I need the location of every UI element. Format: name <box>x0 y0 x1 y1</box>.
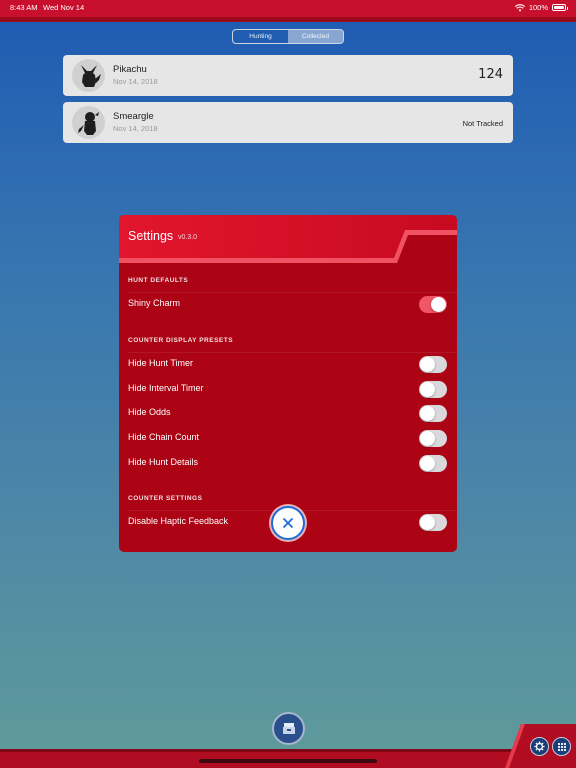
storage-box-icon <box>282 723 295 734</box>
gear-icon <box>534 741 545 752</box>
pokemon-date: Nov 14, 2018 <box>113 77 158 86</box>
close-settings-button[interactable] <box>271 506 305 540</box>
smeargle-silhouette-icon <box>72 106 105 139</box>
status-right: 100% <box>514 3 568 12</box>
disable-haptic-feedback-toggle[interactable] <box>419 514 447 531</box>
hide-hunt-timer-toggle[interactable] <box>419 356 447 373</box>
pikachu-silhouette-icon <box>72 59 105 92</box>
setting-label: Hide Chain Count <box>128 432 200 442</box>
storage-box-button[interactable] <box>272 712 305 745</box>
pokemon-card-pikachu[interactable]: Pikachu Nov 14, 2018 124 <box>63 55 513 96</box>
tracking-status: Not Tracked <box>462 119 503 128</box>
pokemon-name: Pikachu <box>113 64 147 75</box>
tab-hunting[interactable]: Hunting <box>233 30 288 43</box>
hide-hunt-details-toggle[interactable] <box>419 455 447 472</box>
setting-label: Hide Hunt Timer <box>128 358 194 368</box>
setting-row-hide-interval-timer: Hide Interval Timer <box>119 377 457 401</box>
setting-row-hide-hunt-details: Hide Hunt Details <box>119 451 457 475</box>
status-bar: 8:43 AM Wed Nov 14 100% <box>0 0 576 17</box>
close-icon <box>283 518 293 528</box>
settings-button[interactable] <box>530 737 549 756</box>
status-time: 8:43 AM <box>10 3 38 12</box>
setting-label: Hide Odds <box>128 407 171 417</box>
grid-icon <box>557 742 566 751</box>
top-stripe <box>0 17 576 22</box>
hide-odds-toggle[interactable] <box>419 405 447 422</box>
tab-collected[interactable]: Collected <box>288 30 343 43</box>
home-indicator <box>199 759 377 763</box>
hunting-collected-segmented-control: Hunting Collected <box>232 29 344 44</box>
pokemon-date: Nov 14, 2018 <box>113 124 158 133</box>
pokemon-name: Smeargle <box>113 111 154 122</box>
setting-label: Disable Haptic Feedback <box>128 516 229 526</box>
setting-row-shiny-charm: Shiny Charm <box>119 292 457 316</box>
battery-icon <box>552 4 568 11</box>
section-heading-counter-settings: COUNTER SETTINGS <box>128 495 203 502</box>
hide-chain-count-toggle[interactable] <box>419 430 447 447</box>
grid-menu-button[interactable] <box>552 737 571 756</box>
settings-modal: Settings v0.3.0 HUNT DEFAULTS Shiny Char… <box>119 215 457 552</box>
setting-row-hide-hunt-timer: Hide Hunt Timer <box>119 352 457 376</box>
battery-percent: 100% <box>528 3 548 12</box>
shiny-charm-toggle[interactable] <box>419 296 447 313</box>
setting-label: Hide Hunt Details <box>128 457 199 467</box>
settings-version: v0.3.0 <box>178 234 198 241</box>
setting-label: Shiny Charm <box>128 298 181 308</box>
status-date: Wed Nov 14 <box>43 3 85 12</box>
setting-label: Hide Interval Timer <box>128 383 204 393</box>
hide-interval-timer-toggle[interactable] <box>419 381 447 398</box>
wifi-icon <box>514 3 525 11</box>
setting-row-hide-chain-count: Hide Chain Count <box>119 426 457 450</box>
pokemon-card-smeargle[interactable]: Smeargle Nov 14, 2018 Not Tracked <box>63 102 513 143</box>
settings-title: Settings <box>128 229 174 243</box>
section-heading-counter-display-presets: COUNTER DISPLAY PRESETS <box>128 337 234 344</box>
encounter-count: 124 <box>478 67 503 82</box>
setting-row-hide-odds: Hide Odds <box>119 401 457 425</box>
section-heading-hunt-defaults: HUNT DEFAULTS <box>128 277 189 284</box>
